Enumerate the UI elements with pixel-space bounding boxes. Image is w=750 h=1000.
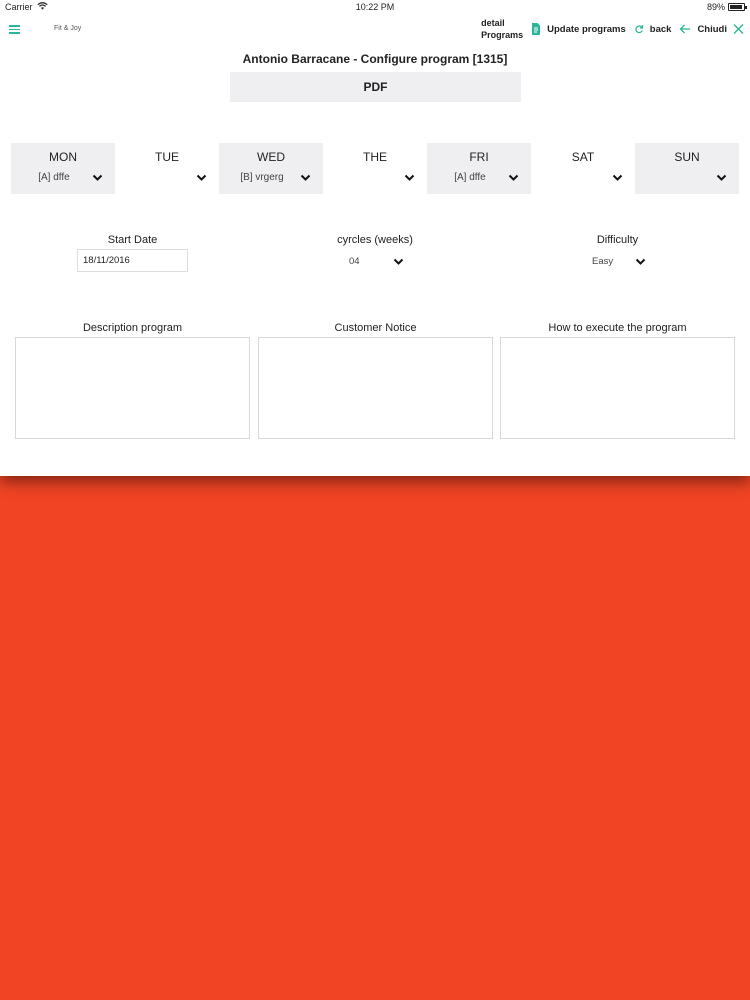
pdf-button[interactable]: PDF [230,72,521,102]
day-name: WED [257,150,285,164]
chevron-down-icon[interactable] [92,174,103,182]
close-icon[interactable] [733,23,744,35]
customer-notice-label: Customer Notice [334,322,417,334]
description-textarea[interactable] [15,337,250,439]
cycles-select[interactable]: 04 [340,252,410,272]
page-title: Antonio Barracane - Configure program [1… [242,52,508,66]
difficulty-label: Difficulty [596,234,639,246]
difficulty-select[interactable]: Easy [585,252,655,272]
day-workout-value: [A] dffe [38,172,70,183]
clock: 10:22 PM [355,2,395,12]
back-button[interactable]: back [650,24,672,35]
chevron-down-icon[interactable] [300,174,311,182]
chevron-down-icon[interactable] [635,258,646,266]
day-wed[interactable]: WED [B] vrgerg [219,143,323,194]
day-name: THE [363,150,387,164]
description-label: Description program [82,322,183,334]
cycles-value: 04 [349,256,360,267]
execution-textarea[interactable] [500,337,735,439]
day-name: SUN [674,150,700,164]
app-name: Fit & Joy [54,25,82,32]
arrow-left-icon[interactable] [679,23,691,35]
nav-bar: Fit & Joy detail Programs Update program… [0,15,750,43]
detail-label: detail [481,18,505,28]
chevron-down-icon[interactable] [716,174,727,182]
start-date-input[interactable]: 18/11/2016 [77,249,188,272]
day-mon[interactable]: MON [A] dffe [11,143,115,194]
chevron-down-icon[interactable] [612,174,623,182]
execution-label: How to execute the program [548,322,687,334]
chevron-down-icon[interactable] [508,174,519,182]
weekday-selector: MON [A] dffe TUE WED [B] vrgerg THE FRI … [11,143,739,194]
day-workout-value: [A] dffe [454,172,486,183]
customer-notice-textarea[interactable] [258,337,493,439]
close-button[interactable]: Chiudi [697,24,727,35]
day-name: TUE [155,150,179,164]
day-workout-value: [B] vrgerg [240,172,284,183]
configure-program-panel: Carrier 10:22 PM 89% Fit & Joy detail Pr… [0,0,750,476]
day-sat[interactable]: SAT [531,143,635,194]
start-date-label: Start Date [107,234,158,246]
detail-programs-link[interactable]: detail Programs [481,17,523,41]
chevron-down-icon[interactable] [196,174,207,182]
day-thu[interactable]: THE [323,143,427,194]
day-tue[interactable]: TUE [115,143,219,194]
battery-percent: 89% [706,2,725,12]
update-programs-button[interactable]: Update programs [547,24,626,35]
programs-label: Programs [481,30,524,40]
chevron-down-icon[interactable] [404,174,415,182]
day-sun[interactable]: SUN [635,143,739,194]
day-name: MON [49,150,77,164]
day-fri[interactable]: FRI [A] dffe [427,143,531,194]
menu-icon[interactable] [9,25,20,34]
day-name: SAT [571,150,595,164]
status-bar: Carrier 10:22 PM 89% [0,0,750,15]
battery-icon [728,3,747,11]
difficulty-value: Easy [592,256,614,267]
chevron-down-icon[interactable] [393,258,404,266]
document-icon[interactable] [531,23,541,35]
cycles-label: cyrcles (weeks) [337,234,413,246]
refresh-icon[interactable] [634,23,644,35]
day-name: FRI [469,150,489,164]
